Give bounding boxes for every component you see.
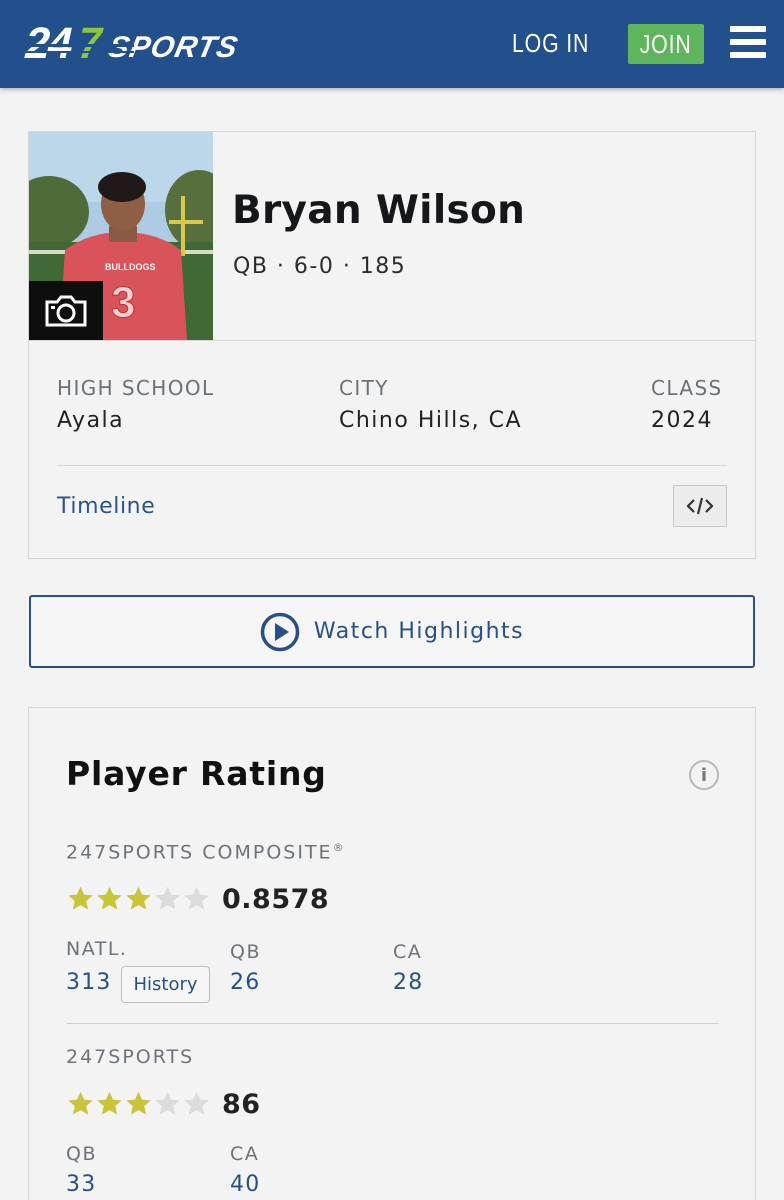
star-filled-icon (126, 1091, 151, 1115)
divider (213, 340, 757, 341)
city-label: CITY (339, 376, 389, 400)
divider (57, 465, 727, 466)
player-rating-title: Player Rating (66, 754, 327, 793)
247sports-logo[interactable]: 24 7 SPORTS (18, 24, 390, 64)
star-filled-icon (68, 1091, 93, 1115)
class-value: 2024 (651, 408, 713, 433)
position-rank-value[interactable]: 33 (66, 1172, 96, 1197)
247sports-rating-label: 247SPORTS (66, 1046, 195, 1068)
position-rank-label: QB (66, 1143, 97, 1165)
embed-code-button[interactable] (673, 485, 727, 527)
247sports-score: 86 (222, 1089, 261, 1120)
star-empty-icon (155, 1091, 180, 1115)
high-school-label: HIGH SCHOOL (57, 376, 215, 400)
composite-score: 0.8578 (222, 884, 330, 915)
city-value: Chino Hills, CA (339, 408, 523, 433)
top-nav-bar: 24 7 SPORTS LOG IN JOIN (0, 0, 784, 88)
divider (66, 1023, 719, 1024)
code-icon (686, 497, 714, 515)
player-position-size: QB · 6-0 · 185 (233, 254, 407, 279)
info-icon[interactable]: i (689, 760, 719, 790)
natl-rank-label: NATL. (66, 938, 128, 960)
star-empty-icon (184, 886, 209, 910)
join-button[interactable]: JOIN (628, 24, 704, 64)
star-empty-icon (155, 886, 180, 910)
position-rank-label: QB (230, 941, 261, 963)
hamburger-menu-icon[interactable] (730, 26, 766, 58)
svg-text:BULLDOGS: BULLDOGS (105, 262, 156, 272)
state-rank-label: CA (230, 1143, 260, 1165)
join-label: JOIN (640, 28, 692, 59)
player-photo[interactable]: BULLDOGS 3 (29, 132, 213, 340)
divider (29, 340, 213, 341)
position-rank-value[interactable]: 26 (230, 970, 260, 995)
star-filled-icon (126, 886, 151, 910)
camera-icon[interactable] (29, 281, 103, 340)
player-name: Bryan Wilson (232, 188, 526, 233)
class-label: CLASS (651, 376, 723, 400)
watch-highlights-button[interactable]: Watch Highlights (29, 595, 755, 668)
svg-text:SPORTS: SPORTS (106, 31, 242, 64)
star-filled-icon (97, 1091, 122, 1115)
composite-star-rating (66, 885, 211, 913)
247sports-star-rating (66, 1090, 211, 1118)
state-rank-label: CA (393, 941, 423, 963)
star-filled-icon (97, 886, 122, 910)
star-empty-icon (184, 1091, 209, 1115)
player-rating-card: Player Rating i 247SPORTS COMPOSITE® 0.8… (28, 707, 756, 1200)
login-link[interactable]: LOG IN (512, 28, 589, 59)
star-filled-icon (68, 886, 93, 910)
play-icon (260, 612, 300, 651)
high-school-value[interactable]: Ayala (57, 408, 124, 433)
history-button[interactable]: History (121, 966, 210, 1003)
watch-highlights-label: Watch Highlights (313, 619, 525, 644)
timeline-link[interactable]: Timeline (57, 494, 155, 519)
state-rank-value[interactable]: 28 (393, 970, 423, 995)
player-profile-card: BULLDOGS 3 Bryan Wilson QB · 6-0 · 185 H… (28, 131, 757, 559)
state-rank-value[interactable]: 40 (230, 1172, 260, 1197)
svg-text:3: 3 (111, 278, 135, 327)
composite-label: 247SPORTS COMPOSITE® (66, 841, 344, 864)
natl-rank-value[interactable]: 313 (66, 970, 112, 995)
